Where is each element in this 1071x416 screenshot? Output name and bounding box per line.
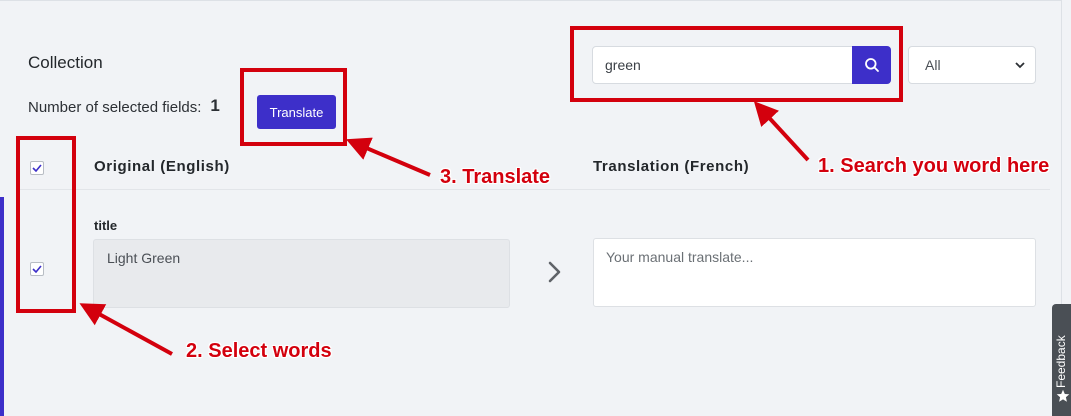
annotation-step-3: 3. Translate [440,166,551,188]
annotation-arrow-search [753,101,810,162]
star-icon [1056,389,1070,402]
annotation-arrow-translate [345,137,431,177]
annotation-arrow-select [79,303,173,356]
annotation-arrows [79,101,810,356]
feedback-tab-label: Feedback [1054,335,1068,388]
annotation-step-2: 2. Select words [186,340,332,362]
annotation-step-1: 1. Search you word here [818,155,1050,177]
